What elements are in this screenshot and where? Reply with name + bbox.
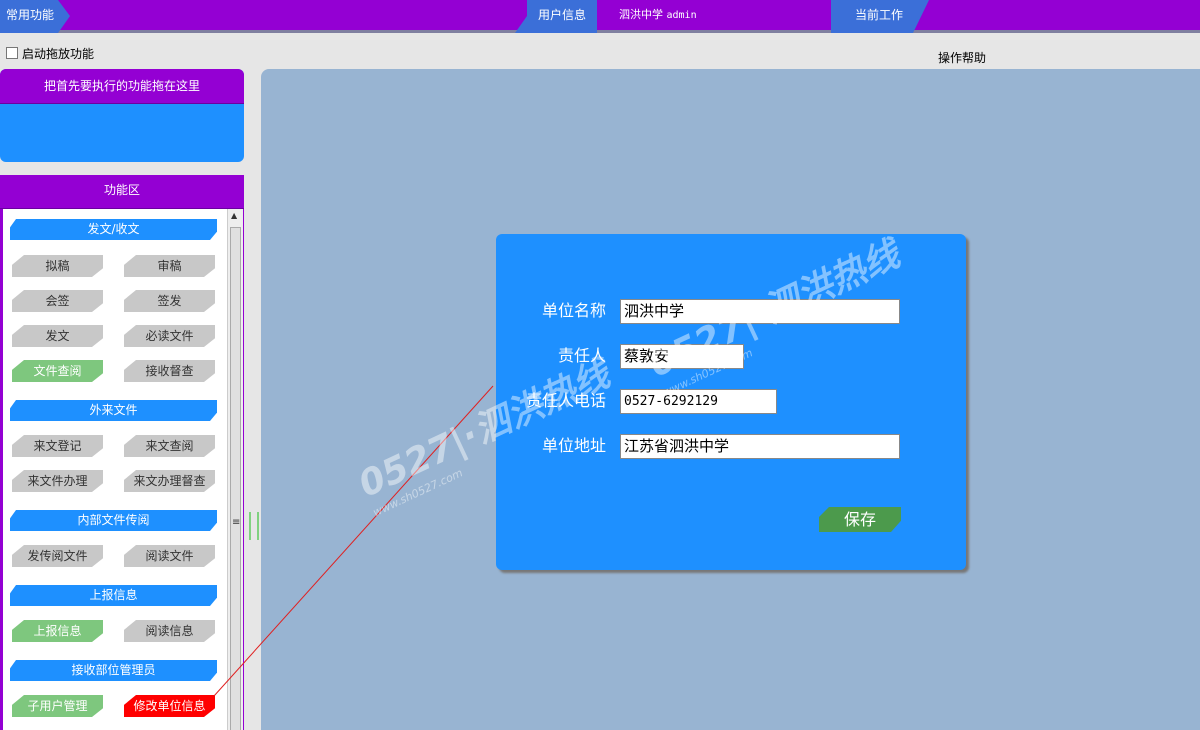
drag-toggle-label: 启动拖放功能 <box>22 46 95 61</box>
phone-label: 责任人电话 <box>525 391 606 410</box>
btn-incoming-register[interactable]: 来文登记 <box>12 435 103 457</box>
function-list: 发文/收文 拟稿 审稿 会签 签发 发文 必读文件 文件查阅 接收督查 外来文件… <box>3 209 227 730</box>
user-role: admin <box>666 10 697 21</box>
group-title-admin: 接收部位管理员 <box>10 660 217 681</box>
save-button[interactable]: 保存 <box>819 507 901 532</box>
scroll-up-icon[interactable]: ▲ <box>231 211 237 220</box>
btn-doc-query[interactable]: 文件查阅 <box>12 360 103 382</box>
function-panel-title: 功能区 <box>0 175 244 209</box>
address-label: 单位地址 <box>541 436 606 455</box>
btn-edit-unit-info[interactable]: 修改单位信息 <box>124 695 215 717</box>
btn-countersign[interactable]: 会签 <box>12 290 103 312</box>
address-input[interactable]: 江苏省泗洪中学 <box>620 434 900 459</box>
user-name: 泗洪中学 <box>619 8 663 21</box>
btn-incoming-supervise[interactable]: 来文办理督查 <box>124 470 215 492</box>
btn-send-circulation[interactable]: 发传阅文件 <box>12 545 103 567</box>
current-user: 泗洪中学 admin <box>597 0 797 33</box>
function-panel: 功能区 发文/收文 拟稿 审稿 会签 签发 发文 必读文件 文件查阅 接收督查 … <box>0 175 244 730</box>
unit-info-dialog: 单位名称 泗洪中学 责任人 蔡敦安 责任人电话 0527-6292129 单位地… <box>496 234 966 570</box>
tab-common-functions[interactable]: 常用功能 <box>0 0 70 33</box>
drag-toggle-checkbox[interactable] <box>6 47 18 59</box>
group-title-report: 上报信息 <box>10 585 217 606</box>
splitter-handle-icon[interactable]: ≡ <box>232 517 240 528</box>
group-title-internal: 内部文件传阅 <box>10 510 217 531</box>
btn-incoming-query[interactable]: 来文查阅 <box>124 435 215 457</box>
function-scrollbar[interactable]: ▲ <box>227 209 243 730</box>
phone-input[interactable]: 0527-6292129 <box>620 389 777 414</box>
btn-required-reading[interactable]: 必读文件 <box>124 325 215 347</box>
btn-read-doc[interactable]: 阅读文件 <box>124 545 215 567</box>
btn-read-info[interactable]: 阅读信息 <box>124 620 215 642</box>
unit-name-input[interactable]: 泗洪中学 <box>620 299 900 324</box>
btn-review[interactable]: 审稿 <box>124 255 215 277</box>
btn-incoming-handle[interactable]: 来文件办理 <box>12 470 103 492</box>
help-link[interactable]: 操作帮助 <box>938 49 986 66</box>
priority-panel-title: 把首先要执行的功能拖在这里 <box>0 69 244 104</box>
btn-sub-user-manage[interactable]: 子用户管理 <box>12 695 103 717</box>
btn-report-info[interactable]: 上报信息 <box>12 620 103 642</box>
tab-user-info[interactable]: 用户信息 <box>515 0 597 33</box>
btn-draft[interactable]: 拟稿 <box>12 255 103 277</box>
drag-toggle-row[interactable]: 启动拖放功能 <box>6 45 94 61</box>
group-title-external: 外来文件 <box>10 400 217 421</box>
priority-drop-panel[interactable]: 把首先要执行的功能拖在这里 <box>0 69 244 162</box>
person-input[interactable]: 蔡敦安 <box>620 344 744 369</box>
btn-receive-supervise[interactable]: 接收督查 <box>124 360 215 382</box>
tab-current-work[interactable]: 当前工作 <box>831 0 929 33</box>
group-title-dispatch: 发文/收文 <box>10 219 217 240</box>
btn-sign-issue[interactable]: 签发 <box>124 290 215 312</box>
unit-name-label: 单位名称 <box>541 301 606 320</box>
scroll-thumb[interactable] <box>230 227 241 730</box>
btn-send-doc[interactable]: 发文 <box>12 325 103 347</box>
person-label: 责任人 <box>557 346 606 365</box>
splitter-grip[interactable] <box>249 512 259 540</box>
top-bar: 常用功能 用户信息 泗洪中学 admin 当前工作 <box>0 0 1200 33</box>
